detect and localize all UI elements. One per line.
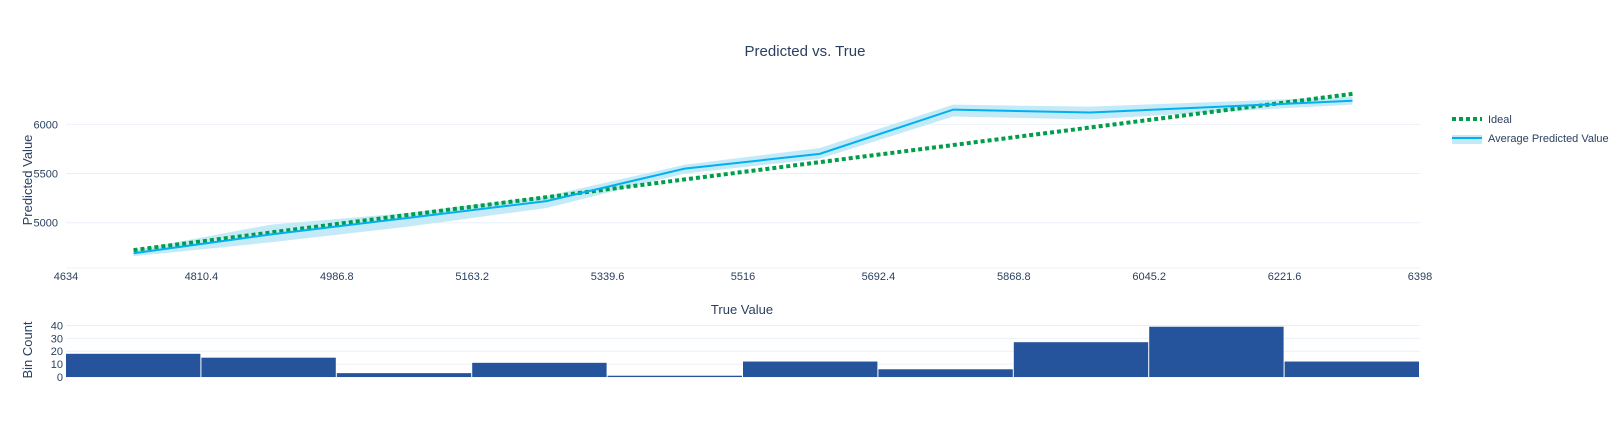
x-tick-label: 6398 — [1408, 271, 1432, 283]
histogram-y-axis-label: Bin Count — [20, 321, 35, 378]
histogram-bars — [66, 326, 1419, 377]
histogram-bar — [66, 353, 201, 377]
histogram-bar — [1149, 326, 1284, 377]
histogram-bar — [743, 361, 878, 377]
histogram-y-tick-label: 30 — [51, 333, 63, 345]
chart-title: Predicted vs. True — [745, 43, 866, 60]
histogram-bar — [472, 362, 607, 377]
histogram-bar — [1013, 342, 1149, 377]
x-tick-label: 4810.4 — [185, 271, 219, 283]
main-gridlines — [66, 123, 1420, 269]
x-tick-label: 5692.4 — [862, 271, 896, 283]
y-tick-label: 6000 — [34, 119, 58, 131]
x-tick-label: 6045.2 — [1132, 271, 1166, 283]
x-tick-label: 5339.6 — [591, 271, 625, 283]
x-axis-ticks: 4634 4810.4 4986.8 5163.2 5339.6 5516 5692.4 58… — [54, 271, 1432, 283]
y-tick-label: 5000 — [34, 218, 58, 230]
histogram-y-tick-label: 20 — [51, 346, 63, 358]
legend-band-swatch — [1452, 135, 1482, 144]
prediction-band — [133, 96, 1353, 257]
histogram-y-tick-label: 10 — [51, 359, 63, 371]
histogram-y-tick-label: 0 — [57, 372, 63, 384]
legend-label: Average Predicted Value — [1488, 133, 1609, 145]
histogram-bar — [336, 373, 472, 377]
legend: Ideal Average Predicted Value — [1452, 114, 1609, 145]
histogram-title: True Value — [711, 302, 773, 317]
predicted-vs-true-figure: Predicted vs. True Predicted Value True … — [20, 43, 1609, 384]
x-tick-label: 5516 — [731, 271, 755, 283]
histogram-bar — [607, 375, 742, 377]
legend-label: Ideal — [1488, 114, 1512, 126]
ideal-line — [133, 91, 1353, 253]
histogram-bar — [878, 369, 1013, 377]
histogram-bar — [201, 357, 336, 377]
x-tick-label: 5163.2 — [455, 271, 489, 283]
x-tick-label: 6221.6 — [1268, 271, 1302, 283]
x-tick-label: 4634 — [54, 271, 78, 283]
y-axis-ticks: 5000 5500 6000 — [34, 119, 58, 229]
confidence-band — [133, 96, 1353, 257]
x-tick-label: 5868.8 — [997, 271, 1031, 283]
histogram-y-tick-label: 40 — [51, 320, 63, 332]
histogram-bar — [1284, 361, 1419, 377]
histogram-y-ticks: 010203040 — [51, 320, 63, 384]
x-tick-label: 4986.8 — [320, 271, 354, 283]
y-tick-label: 5500 — [34, 169, 58, 181]
